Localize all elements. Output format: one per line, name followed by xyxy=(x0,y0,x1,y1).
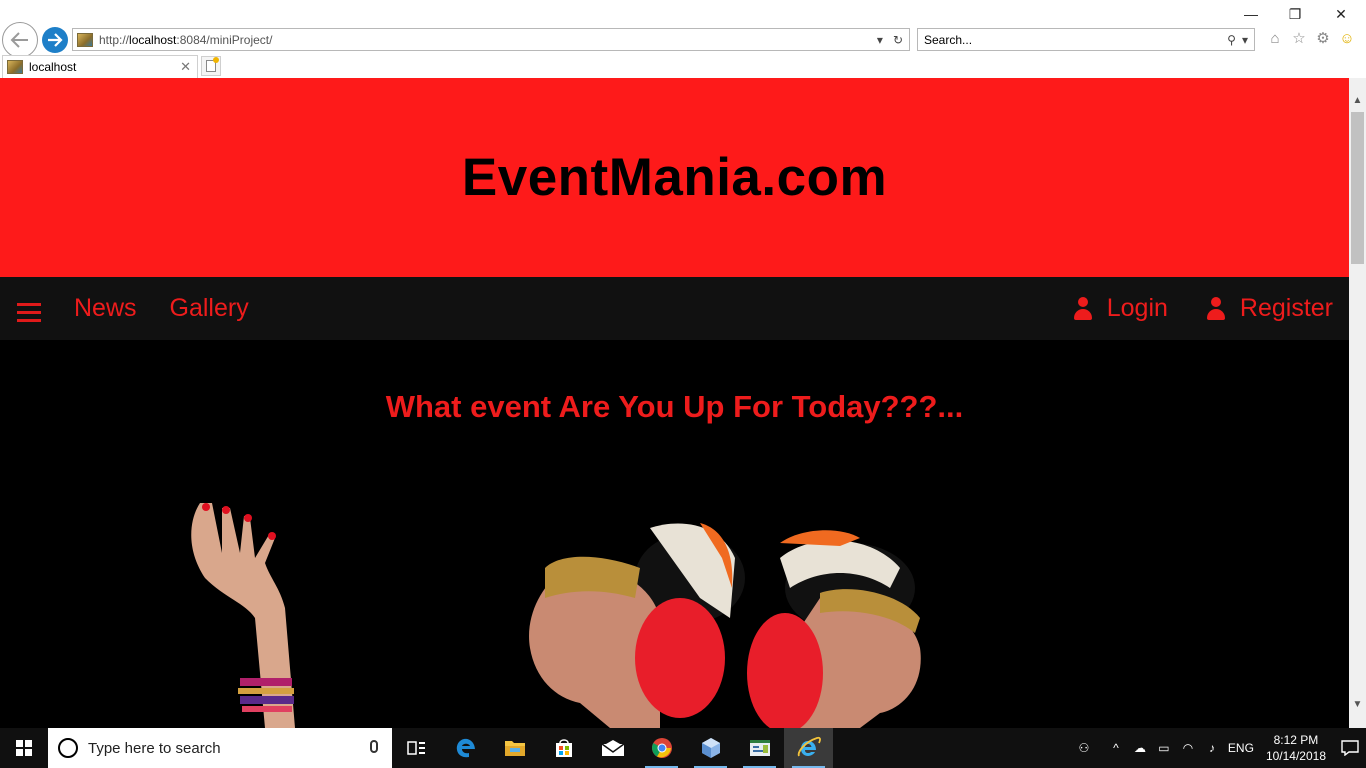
site-title: EventMania.com xyxy=(461,148,888,207)
restore-button[interactable]: ❐ xyxy=(1272,4,1318,24)
tab-title: localhost xyxy=(29,60,77,74)
top-navigation: News Gallery Login Register xyxy=(0,277,1349,340)
start-button[interactable] xyxy=(0,728,48,768)
site-favicon-icon xyxy=(77,32,93,47)
nav-news-link[interactable]: News xyxy=(74,294,137,323)
url-path: :8084/miniProject/ xyxy=(176,32,273,47)
volume-icon[interactable]: ♪ xyxy=(1200,741,1224,755)
browser-search-placeholder: Search... xyxy=(924,32,973,47)
back-button[interactable] xyxy=(2,22,38,58)
taskbar-search-placeholder: Type here to search xyxy=(88,739,221,757)
windows-logo-icon xyxy=(16,740,32,756)
dropdown-arrow-icon[interactable]: ▾ xyxy=(877,33,883,47)
onedrive-cloud-icon[interactable]: ☁ xyxy=(1128,741,1152,755)
virtualbox-icon[interactable] xyxy=(686,728,735,768)
refresh-icon[interactable]: ↻ xyxy=(893,33,903,47)
action-center-icon[interactable] xyxy=(1334,740,1366,756)
page-viewport: EventMania.com News Gallery Login Regist… xyxy=(0,78,1349,728)
vertical-scrollbar[interactable]: ▲ ▼ xyxy=(1349,78,1366,728)
cortana-icon xyxy=(58,738,78,758)
windows-taskbar: Type here to search ⚇ ^ ☁ ▭ ◠ ♪ ENG 8:12… xyxy=(0,728,1366,768)
hero-tagline: What event Are You Up For Today???... xyxy=(385,389,964,424)
tab-close-icon[interactable]: ✕ xyxy=(180,59,191,75)
user-icon xyxy=(1206,296,1226,321)
site-banner: EventMania.com xyxy=(0,78,1349,277)
microphone-icon[interactable] xyxy=(370,740,378,753)
register-label: Register xyxy=(1239,294,1333,322)
clock-date: 10/14/2018 xyxy=(1265,749,1326,763)
browser-tools: ⌂ ☆ ⚙ ☺ xyxy=(1266,29,1356,48)
search-icon[interactable]: ⚲ xyxy=(1227,33,1236,47)
language-indicator[interactable]: ENG xyxy=(1224,741,1258,755)
url-prefix: http:// xyxy=(99,32,130,47)
minimize-button[interactable]: — xyxy=(1228,4,1274,24)
clock-time: 8:12 PM xyxy=(1273,733,1319,747)
scroll-up-icon[interactable]: ▲ xyxy=(1349,92,1366,109)
back-arrow-icon xyxy=(10,32,28,48)
settings-gear-icon[interactable]: ⚙ xyxy=(1314,29,1332,47)
nav-account-links: Login Register xyxy=(1073,277,1333,340)
browser-chrome: — ❐ ✕ http://localhost:8084/miniProject/… xyxy=(0,0,1366,78)
user-icon xyxy=(1073,296,1093,321)
browser-tab[interactable]: localhost ✕ xyxy=(2,55,198,78)
file-explorer-icon[interactable] xyxy=(490,728,539,768)
clock[interactable]: 8:12 PM 10/14/2018 xyxy=(1266,732,1326,764)
forward-button[interactable] xyxy=(42,27,68,53)
taskbar-search-box[interactable]: Type here to search xyxy=(48,728,392,768)
tab-favicon-icon xyxy=(7,60,23,74)
forward-arrow-icon xyxy=(48,33,63,47)
chrome-icon[interactable] xyxy=(637,728,686,768)
show-hidden-icons-icon[interactable]: ^ xyxy=(1104,741,1128,755)
login-label: Login xyxy=(1106,294,1168,322)
system-tray: ⚇ ^ ☁ ▭ ◠ ♪ ENG 8:12 PM 10/14/2018 xyxy=(1072,728,1366,768)
new-tab-button[interactable] xyxy=(201,56,221,76)
home-icon[interactable]: ⌂ xyxy=(1266,29,1284,47)
new-tab-icon xyxy=(206,57,219,72)
nav-gallery-link[interactable]: Gallery xyxy=(170,294,249,323)
close-window-button[interactable]: ✕ xyxy=(1318,4,1364,24)
hero-dancers-image xyxy=(191,503,921,728)
scrollbar-thumb[interactable] xyxy=(1351,112,1364,264)
pinned-apps xyxy=(392,728,833,768)
people-icon[interactable]: ⚇ xyxy=(1072,741,1096,755)
scroll-down-icon[interactable]: ▼ xyxy=(1349,696,1366,713)
mail-icon[interactable] xyxy=(588,728,637,768)
address-bar[interactable]: http://localhost:8084/miniProject/ ▾ ↻ xyxy=(72,28,910,51)
nav-login-link[interactable]: Login xyxy=(1073,294,1168,323)
url-host: localhost xyxy=(129,32,177,47)
hamburger-menu-icon[interactable] xyxy=(17,303,41,322)
search-dropdown-icon[interactable]: ▾ xyxy=(1242,33,1248,47)
edge-icon[interactable] xyxy=(441,728,490,768)
favorites-star-icon[interactable]: ☆ xyxy=(1290,29,1308,47)
store-icon[interactable] xyxy=(539,728,588,768)
browser-search-box[interactable]: Search... ⚲ ▾ xyxy=(917,28,1255,51)
netbeans-icon[interactable] xyxy=(735,728,784,768)
smiley-feedback-icon[interactable]: ☺ xyxy=(1338,29,1356,47)
task-view-icon[interactable] xyxy=(392,728,441,768)
battery-icon[interactable]: ▭ xyxy=(1152,741,1176,755)
internet-explorer-icon[interactable] xyxy=(784,728,833,768)
nav-register-link[interactable]: Register xyxy=(1206,294,1333,323)
wifi-icon[interactable]: ◠ xyxy=(1176,741,1200,755)
